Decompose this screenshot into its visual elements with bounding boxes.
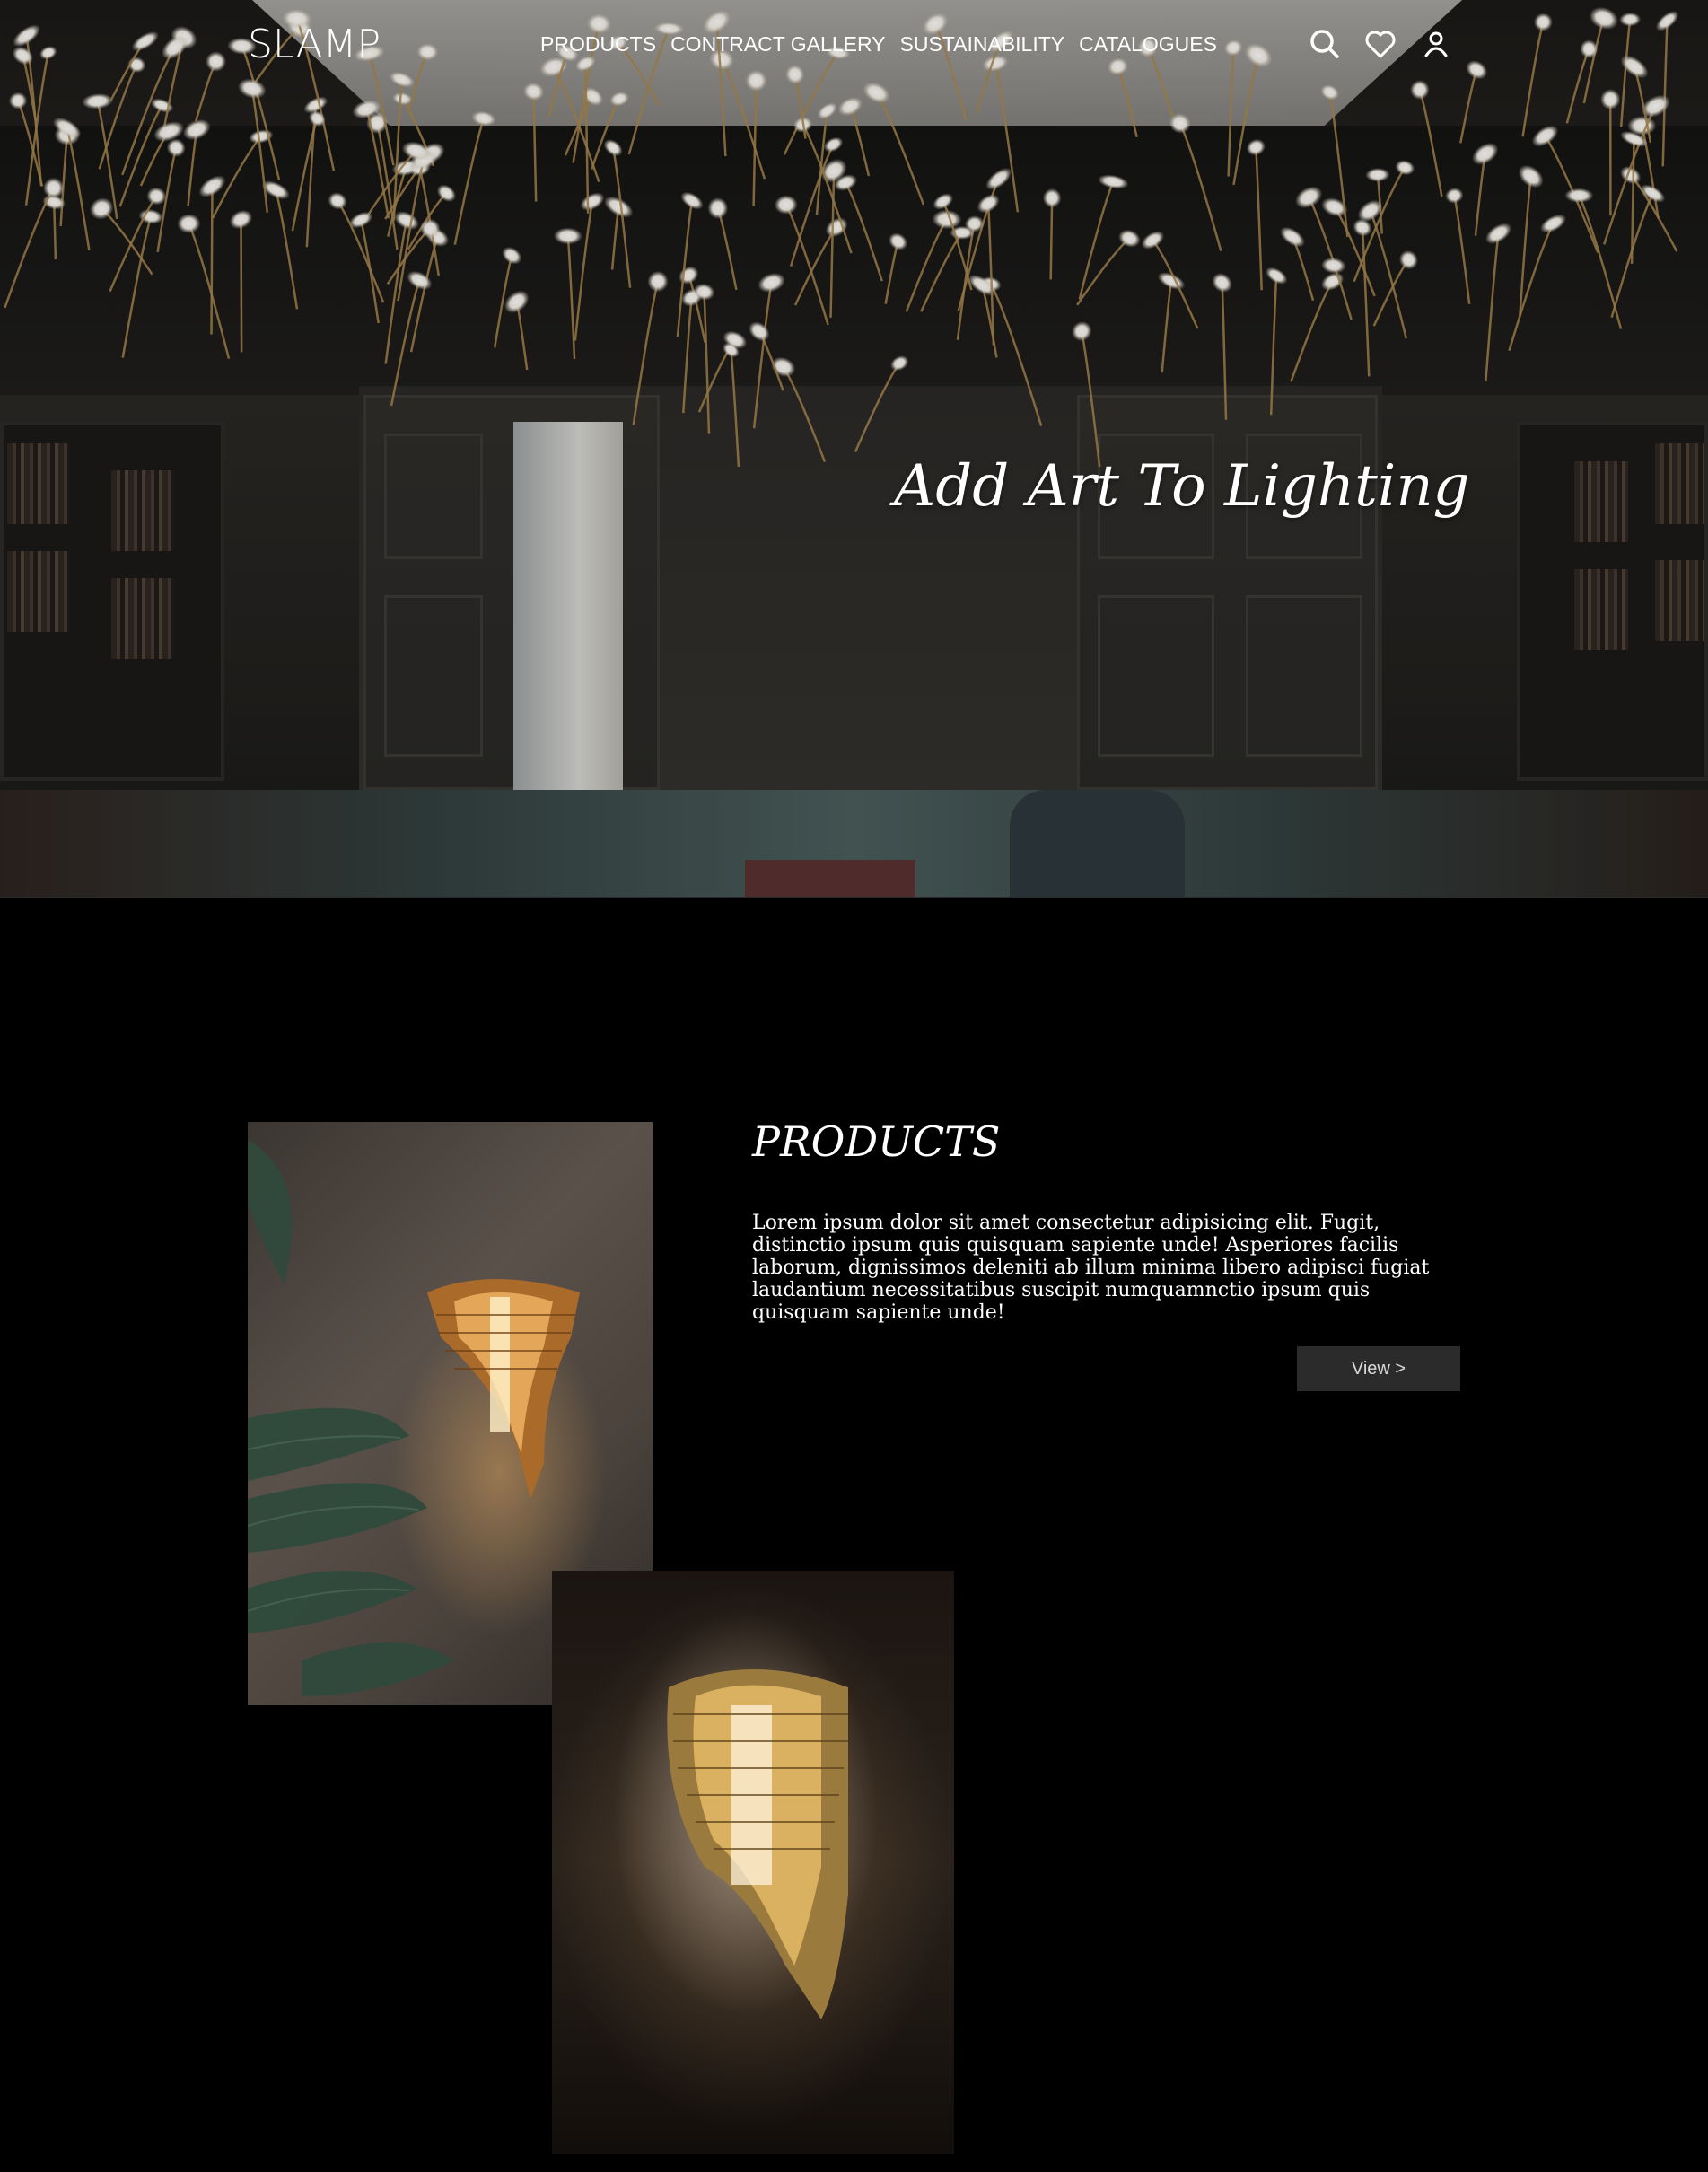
nav-catalogues[interactable]: CATALOGUES bbox=[1079, 32, 1217, 57]
product-photo-wall-lamp-2 bbox=[552, 1571, 954, 2154]
hero-tagline: Add Art To Lighting bbox=[894, 453, 1470, 520]
nav-products[interactable]: PRODUCTS bbox=[540, 32, 656, 57]
brand-logo[interactable]: SLAMP bbox=[248, 22, 381, 67]
hero-banner: Add Art To Lighting bbox=[0, 0, 1708, 898]
nav-sustainability[interactable]: SUSTAINABILITY bbox=[900, 32, 1065, 57]
header-icons bbox=[1307, 27, 1454, 63]
products-description: Lorem ipsum dolor sit amet consectetur a… bbox=[752, 1212, 1430, 1324]
user-icon[interactable] bbox=[1418, 27, 1454, 63]
view-products-button[interactable]: View > bbox=[1297, 1346, 1460, 1391]
nav-contract-gallery[interactable]: CONTRACT GALLERY bbox=[670, 32, 885, 57]
heart-icon[interactable] bbox=[1362, 27, 1398, 63]
products-heading: PRODUCTS bbox=[752, 1117, 1001, 1166]
main-menu: PRODUCTS CONTRACT GALLERY SUSTAINABILITY… bbox=[540, 32, 1217, 57]
search-icon[interactable] bbox=[1307, 27, 1343, 63]
section-divider bbox=[0, 897, 1708, 898]
top-navigation: SLAMP PRODUCTS CONTRACT GALLERY SUSTAINA… bbox=[0, 0, 1708, 90]
